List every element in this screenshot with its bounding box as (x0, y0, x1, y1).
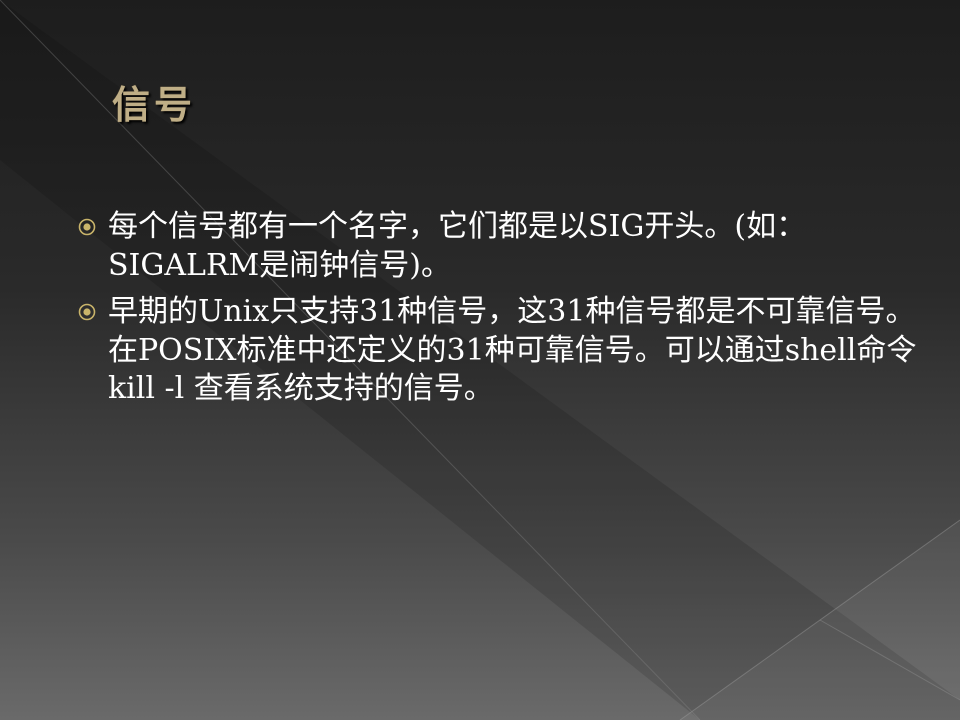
slide: 信号 每个信号都有一个名字，它们都是以SIG开头。(如：SIGALRM是闹钟信号… (0, 0, 960, 720)
bullet-text: 早期的Unix只支持31种信号，这31种信号都是不可靠信号。在POSIX标准中还… (108, 294, 917, 406)
bullet-text: 每个信号都有一个名字，它们都是以SIG开头。(如：SIGALRM是闹钟信号)。 (108, 209, 807, 283)
bullet-circle-icon (78, 218, 96, 236)
bullet-item: 每个信号都有一个名字，它们都是以SIG开头。(如：SIGALRM是闹钟信号)。 (78, 208, 928, 285)
bullet-list: 每个信号都有一个名字，它们都是以SIG开头。(如：SIGALRM是闹钟信号)。 … (78, 208, 928, 417)
bullet-circle-icon (78, 303, 96, 321)
slide-title: 信号 (112, 83, 197, 127)
bullet-item: 早期的Unix只支持31种信号，这31种信号都是不可靠信号。在POSIX标准中还… (78, 293, 928, 409)
